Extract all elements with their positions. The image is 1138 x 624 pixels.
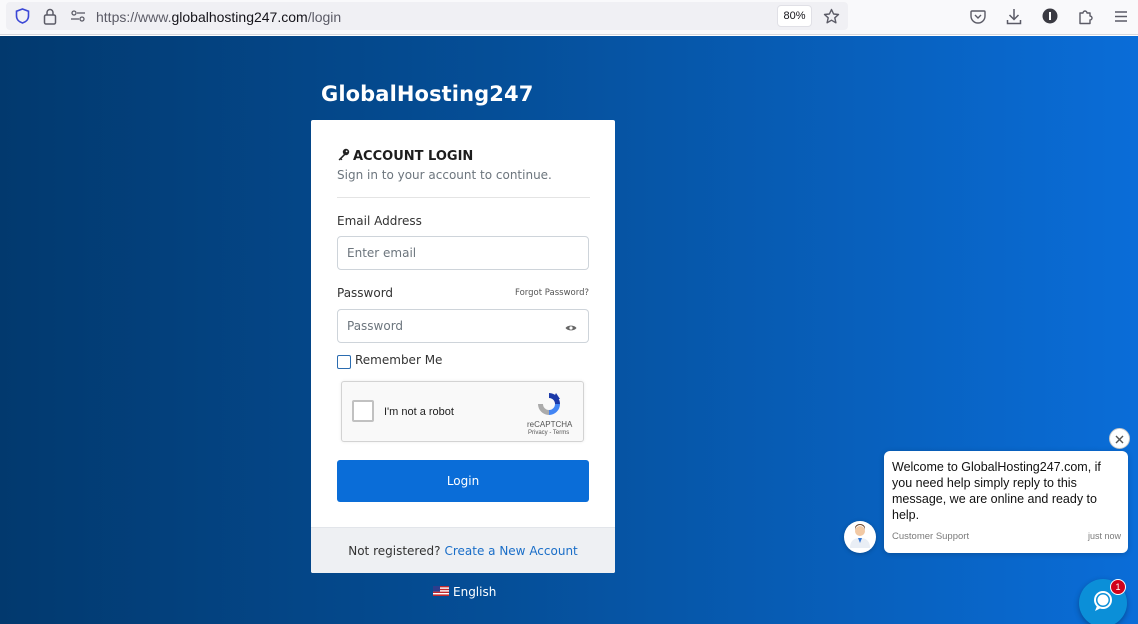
register-footer: Not registered? Create a New Account [311,527,615,573]
login-button[interactable]: Login [337,460,589,502]
permissions-icon[interactable] [69,8,87,24]
browser-toolbar: https://www.globalhosting247.com/login 8… [0,0,1138,35]
url-host: globalhosting247.com [171,9,308,25]
chat-sender: Customer Support [892,531,970,542]
recaptcha-brand: reCAPTCHA [527,420,573,429]
extensions-puzzle-icon[interactable] [1077,6,1095,26]
bookmark-star-icon[interactable] [821,7,841,25]
pocket-icon[interactable] [969,7,987,25]
recaptcha-label: I'm not a robot [384,406,454,418]
email-input[interactable]: Enter email [337,236,589,270]
forgot-password-link[interactable]: Forgot Password? [515,288,589,298]
remember-me-label[interactable]: Remember Me [355,353,442,367]
email-label: Email Address [337,214,422,228]
login-title: ACCOUNT LOGIN [337,148,473,165]
chat-icon [1091,589,1115,617]
divider [337,197,590,198]
login-subtitle: Sign in to your account to continue. [337,168,552,182]
address-bar[interactable]: https://www.globalhosting247.com/login 8… [6,2,848,30]
password-placeholder: Password [347,319,404,333]
avatar [844,521,876,553]
remember-me-checkbox[interactable] [337,355,351,369]
site-brand[interactable]: GlobalHosting247 [321,82,533,106]
recaptcha-terms-link[interactable]: Privacy - Terms [528,430,569,436]
create-account-link[interactable]: Create a New Account [444,544,577,558]
chat-message-text: Welcome to GlobalHosting247.com, if you … [892,460,1101,522]
login-card: ACCOUNT LOGIN Sign in to your account to… [311,120,615,573]
recaptcha-widget: I'm not a robot reCAPTCHA Privacy - Term… [341,381,584,442]
download-icon[interactable] [1005,6,1023,26]
lock-icon[interactable] [42,7,58,25]
language-label: English [453,585,497,599]
chat-close-button[interactable] [1109,428,1130,449]
close-icon [1115,429,1124,448]
us-flag-icon [433,585,449,599]
language-selector[interactable]: English [433,585,496,599]
url-path: /login [307,9,342,25]
shield-icon[interactable] [14,8,30,24]
login-title-text: ACCOUNT LOGIN [353,149,474,164]
recaptcha-checkbox[interactable] [352,400,374,422]
unread-badge: 1 [1110,579,1126,595]
support-agent-icon [848,522,872,552]
menu-icon[interactable] [1112,7,1130,25]
password-input[interactable]: Password [337,309,555,343]
url-prefix: https://www. [96,9,172,25]
chat-timestamp: just now [1087,531,1121,541]
key-icon [337,148,350,165]
eye-icon [565,317,577,336]
recaptcha-logo-icon [535,390,563,422]
email-placeholder: Enter email [347,246,417,260]
url-text[interactable]: https://www.globalhosting247.com/login [96,9,341,25]
password-label: Password [337,286,394,300]
chat-message-bubble[interactable]: Welcome to GlobalHosting247.com, if you … [884,451,1128,553]
register-prompt: Not registered? [348,543,441,558]
show-password-button[interactable] [554,309,589,343]
zoom-level-button[interactable]: 80% [777,5,812,27]
extension-info-icon[interactable] [1041,7,1059,25]
